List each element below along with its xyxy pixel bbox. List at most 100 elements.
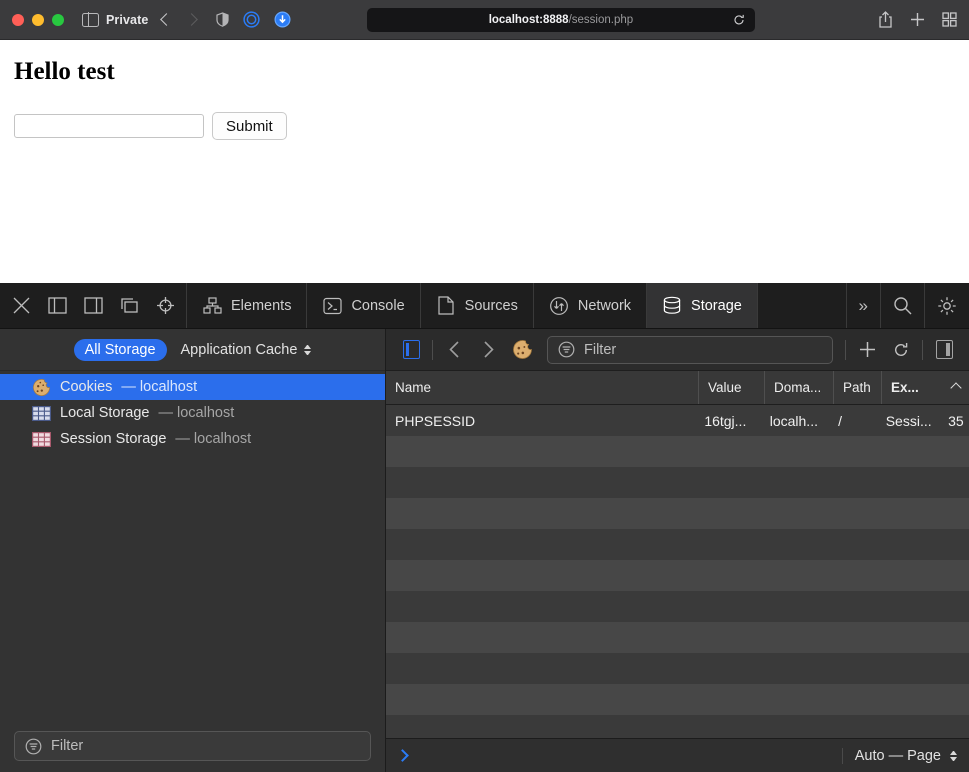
- cookie-icon: [32, 378, 51, 397]
- devtools-tabbar: Elements Console Sources: [0, 283, 969, 329]
- table-row-empty: [386, 560, 969, 591]
- sidebar-item-label: Session Storage: [60, 431, 166, 447]
- storage-scope-label: Application Cache: [181, 342, 298, 358]
- inspect-target-icon[interactable]: [154, 295, 176, 317]
- storage-scope-select[interactable]: Application Cache: [181, 342, 312, 358]
- address-bar[interactable]: localhost:8888/session.php: [367, 8, 755, 32]
- cookies-breadcrumb-button[interactable]: [505, 329, 539, 371]
- submit-button[interactable]: Submit: [212, 112, 287, 140]
- cell-path: /: [829, 405, 877, 436]
- table-row-empty: [386, 653, 969, 684]
- name-input[interactable]: [14, 114, 204, 138]
- tab-elements[interactable]: Elements: [187, 283, 307, 328]
- nav-forward-button[interactable]: [471, 329, 505, 371]
- storage-content: Filter Name: [386, 329, 969, 772]
- sidebar-item-label: Cookies: [60, 379, 112, 395]
- session-form: Submit: [14, 112, 955, 140]
- window-controls[interactable]: [12, 14, 64, 26]
- forward-arrow-icon: [186, 13, 199, 26]
- cookies-table-header: Name Value Doma... Path Ex...: [386, 371, 969, 405]
- tab-network[interactable]: Network: [534, 283, 647, 328]
- sidebar-filter-bar: Filter: [0, 720, 385, 772]
- more-tabs-button[interactable]: »: [846, 283, 880, 328]
- detail-sidebar-toggle-button[interactable]: [927, 329, 961, 371]
- sidebar-item-local-storage[interactable]: Local Storage — localhost: [0, 400, 385, 426]
- filter-icon: [558, 341, 575, 358]
- devtools-dock-controls: [0, 283, 187, 328]
- execution-context-label: Auto — Page: [855, 748, 941, 764]
- execution-context-select[interactable]: Auto — Page: [842, 748, 957, 764]
- reload-icon[interactable]: [733, 14, 745, 26]
- column-header-value[interactable]: Value: [699, 371, 765, 404]
- column-label: Ex...: [891, 380, 919, 395]
- tab-console[interactable]: Console: [307, 283, 420, 328]
- sidebar-toggle-button[interactable]: [394, 329, 428, 371]
- sort-ascending-icon: [950, 382, 961, 393]
- close-window-button[interactable]: [12, 14, 24, 26]
- column-header-name[interactable]: Name: [386, 371, 699, 404]
- devtools-statusbar: Auto — Page: [386, 738, 969, 772]
- divider: [432, 340, 433, 360]
- cell-value: 16tgj...: [695, 405, 760, 436]
- tab-overview-icon[interactable]: [942, 12, 957, 27]
- toolbar-right-icons: [878, 11, 957, 28]
- dock-left-icon[interactable]: [46, 295, 68, 317]
- column-header-domain[interactable]: Doma...: [765, 371, 834, 404]
- table-row[interactable]: PHPSESSID 16tgj... localh... / Sessi... …: [386, 405, 969, 436]
- search-icon: [893, 296, 912, 315]
- tabbar-end: »: [846, 283, 969, 328]
- sidebar-item-host: — localhost: [158, 405, 234, 421]
- nav-back-button[interactable]: [437, 329, 471, 371]
- column-header-expires[interactable]: Ex...: [882, 371, 969, 404]
- cookie-icon: [512, 339, 533, 360]
- cookies-filter-placeholder: Filter: [584, 342, 616, 358]
- tab-label: Storage: [691, 298, 742, 314]
- table-row-empty: [386, 436, 969, 467]
- table-row-empty: [386, 684, 969, 715]
- cookies-filter-input[interactable]: Filter: [547, 336, 833, 364]
- cookies-table-body: PHPSESSID 16tgj... localh... / Sessi... …: [386, 405, 969, 738]
- tab-storage[interactable]: Storage: [647, 283, 758, 328]
- chevron-updown-icon: [304, 345, 311, 355]
- tab-label: Network: [578, 298, 631, 314]
- maximize-window-button[interactable]: [52, 14, 64, 26]
- table-row-empty: [386, 529, 969, 560]
- sidebar-item-session-storage[interactable]: Session Storage — localhost: [0, 426, 385, 452]
- share-icon[interactable]: [878, 11, 893, 28]
- private-label: Private: [106, 13, 148, 27]
- cell-domain: localh...: [761, 405, 829, 436]
- show-sidebar-button[interactable]: Private: [82, 13, 148, 27]
- settings-button[interactable]: [924, 283, 969, 328]
- tab-label: Elements: [231, 298, 291, 314]
- tab-sources[interactable]: Sources: [421, 283, 534, 328]
- dock-right-icon[interactable]: [82, 295, 104, 317]
- sidebar-icon: [82, 13, 99, 27]
- console-prompt-icon[interactable]: [396, 749, 409, 762]
- shield-icon[interactable]: [216, 12, 229, 27]
- duckduckgo-icon[interactable]: [243, 11, 260, 28]
- elements-icon: [202, 296, 222, 316]
- undock-window-icon[interactable]: [118, 295, 140, 317]
- sidebar-item-cookies[interactable]: Cookies — localhost: [0, 374, 385, 400]
- search-button[interactable]: [880, 283, 924, 328]
- sidebar-filter-input[interactable]: Filter: [14, 731, 371, 761]
- storage-icon: [662, 296, 682, 316]
- back-arrow-icon[interactable]: [161, 13, 174, 26]
- 1password-icon[interactable]: [274, 11, 291, 28]
- column-header-path[interactable]: Path: [834, 371, 882, 404]
- browser-toolbar: Private localhost:8888/session.php: [0, 0, 969, 40]
- extension-icons: [216, 11, 291, 28]
- add-cookie-button[interactable]: [850, 329, 884, 371]
- sources-icon: [436, 296, 456, 316]
- console-icon: [322, 296, 342, 316]
- minimize-window-button[interactable]: [32, 14, 44, 26]
- all-storage-button[interactable]: All Storage: [74, 339, 167, 361]
- sidebar-item-host: — localhost: [175, 431, 251, 447]
- storage-scope-bar: All Storage Application Cache: [0, 329, 385, 371]
- filter-icon: [25, 738, 42, 755]
- refresh-button[interactable]: [884, 329, 918, 371]
- plus-icon[interactable]: [910, 12, 925, 27]
- close-icon[interactable]: [10, 295, 32, 317]
- url-text: localhost:8888/session.php: [489, 14, 633, 26]
- table-row-empty: [386, 622, 969, 653]
